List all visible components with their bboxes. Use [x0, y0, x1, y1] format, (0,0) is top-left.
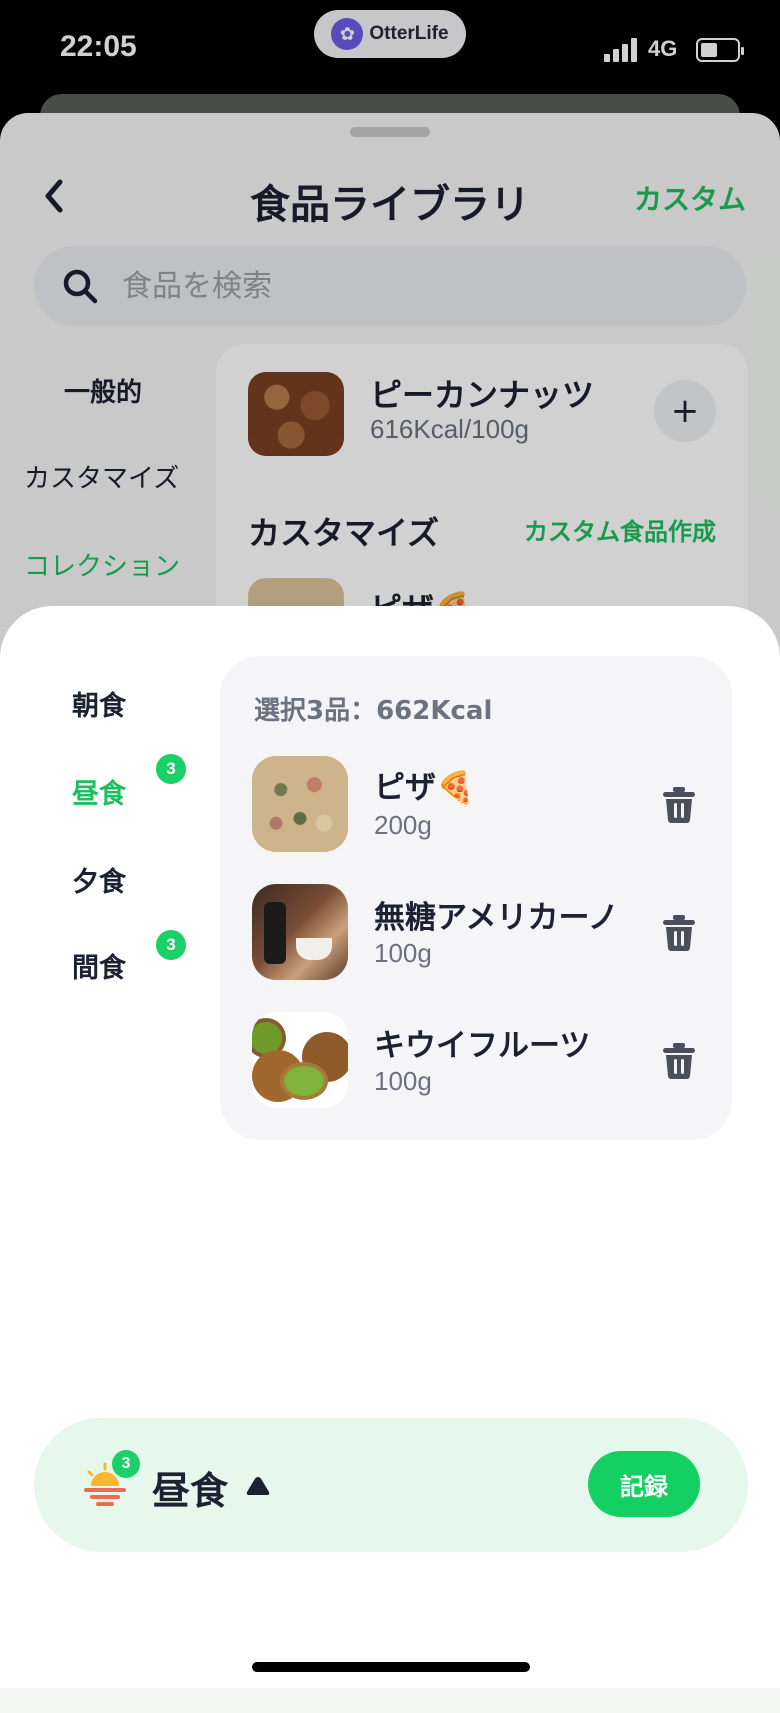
selected-item-name: キウイフルーツ [374, 1028, 591, 1064]
home-indicator[interactable] [252, 1662, 530, 1672]
record-button[interactable]: 記録 [588, 1451, 700, 1517]
meal-count-badge: 3 [112, 1450, 140, 1478]
lunch-count-badge: 3 [156, 754, 186, 784]
selected-item-name: 無糖アメリカーノ [374, 900, 619, 936]
meal-tab-dinner[interactable]: 夕食 [72, 860, 126, 899]
pizza-photo [252, 756, 348, 852]
current-meal-label[interactable]: 昼食 [152, 1460, 228, 1515]
kiwi-photo [252, 1012, 348, 1108]
selected-item-weight[interactable]: 100g [374, 938, 432, 969]
trash-icon[interactable] [662, 914, 696, 952]
meal-tab-breakfast[interactable]: 朝食 [72, 684, 126, 723]
snack-count-badge: 3 [156, 930, 186, 960]
selected-item-name: ピザ🍕 [374, 770, 475, 806]
meal-tab-snack[interactable]: 間食 [72, 946, 126, 985]
selected-item-weight[interactable]: 100g [374, 1066, 432, 1097]
trash-icon[interactable] [662, 1042, 696, 1080]
selection-summary: 選択3品：662Kcal [254, 696, 493, 726]
trash-icon[interactable] [662, 786, 696, 824]
selected-item-weight[interactable]: 200g [374, 810, 432, 841]
caret-up-icon[interactable] [244, 1474, 272, 1498]
meal-tab-lunch[interactable]: 昼食 [72, 772, 126, 811]
kiwi-slice [280, 1062, 328, 1100]
coffee-photo [252, 884, 348, 980]
